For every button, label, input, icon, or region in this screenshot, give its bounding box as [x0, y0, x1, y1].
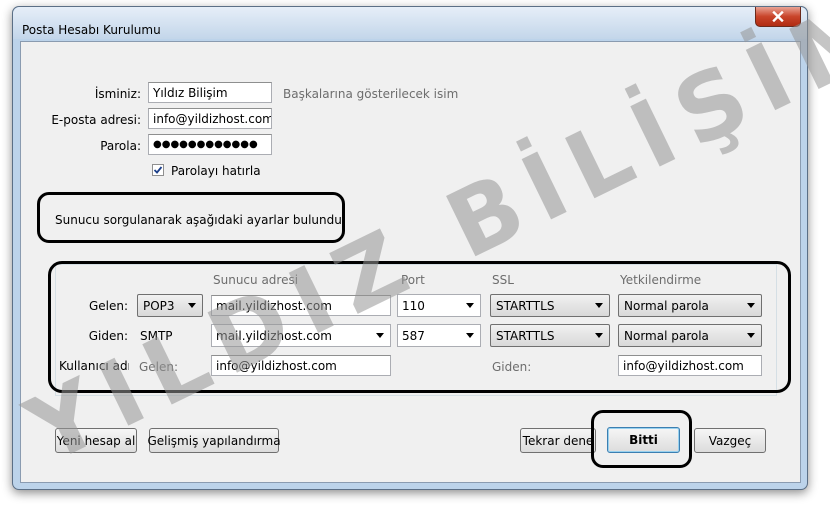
column-header-auth: Yetkilendirme — [620, 273, 702, 287]
advanced-config-button[interactable]: Gelişmiş yapılandırma — [147, 428, 281, 453]
incoming-protocol-value: POP3 — [143, 299, 175, 313]
outgoing-port-combo[interactable]: 587 — [397, 324, 481, 347]
chevron-down-icon — [595, 333, 603, 338]
dialog-content: İsminiz: Yıldız Bilişim Başkalarına göst… — [20, 41, 801, 483]
chevron-down-icon — [466, 303, 474, 308]
incoming-auth-value: Normal parola — [624, 299, 709, 313]
close-button[interactable] — [755, 7, 801, 27]
incoming-protocol-select[interactable]: POP3 — [137, 294, 203, 317]
status-message: Sunucu sorgulanarak aşağıdaki ayarlar bu… — [55, 213, 342, 227]
new-account-button[interactable]: Yeni hesap al — [55, 428, 137, 453]
incoming-port-value: 110 — [402, 299, 425, 313]
remember-password-label[interactable]: Parolayı hatırla — [171, 164, 261, 178]
incoming-ssl-value: STARTTLS — [496, 299, 555, 313]
chevron-down-icon — [188, 303, 196, 308]
incoming-server-input[interactable]: mail.yildizhost.com — [211, 295, 391, 316]
name-input[interactable]: Yıldız Bilişim — [148, 82, 272, 103]
done-highlight — [591, 410, 692, 468]
chevron-down-icon — [595, 303, 603, 308]
chevron-down-icon — [747, 303, 755, 308]
name-label: İsminiz: — [94, 87, 141, 101]
username-incoming-input[interactable]: info@yildizhost.com — [211, 355, 391, 376]
cancel-button[interactable]: Vazgeç — [694, 428, 766, 453]
outgoing-server-combo[interactable]: mail.yildizhost.com — [211, 324, 391, 347]
username-outgoing-label: Giden: — [492, 360, 532, 374]
password-label: Parola: — [100, 139, 141, 153]
incoming-auth-select[interactable]: Normal parola — [618, 294, 762, 317]
username-outgoing-input[interactable]: info@yildizhost.com — [618, 355, 762, 376]
username-incoming-label: Gelen: — [139, 360, 179, 374]
outgoing-server-value: mail.yildizhost.com — [216, 329, 332, 343]
retest-button[interactable]: Tekrar dene — [520, 428, 596, 453]
email-input[interactable]: info@yildizhost.com — [148, 108, 272, 129]
outgoing-protocol: SMTP — [140, 329, 173, 343]
outgoing-label: Giden: — [88, 329, 128, 343]
account-setup-dialog: Posta Hesabı Kurulumu İsminiz: Yıldız Bi… — [12, 6, 808, 490]
window-title: Posta Hesabı Kurulumu — [22, 23, 161, 37]
outgoing-port-value: 587 — [402, 329, 425, 343]
column-header-ssl: SSL — [492, 273, 514, 287]
incoming-ssl-select[interactable]: STARTTLS — [490, 294, 610, 317]
close-icon — [772, 11, 784, 22]
outgoing-ssl-value: STARTTLS — [496, 329, 555, 343]
outgoing-ssl-select[interactable]: STARTTLS — [490, 324, 610, 347]
incoming-port-combo[interactable]: 110 — [397, 294, 481, 317]
title-bar[interactable]: Posta Hesabı Kurulumu — [13, 7, 807, 39]
outgoing-auth-value: Normal parola — [624, 329, 709, 343]
password-input[interactable]: ●●●●●●●●●●●● — [148, 134, 272, 155]
chevron-down-icon — [466, 333, 474, 338]
outgoing-auth-select[interactable]: Normal parola — [618, 324, 762, 347]
email-label: E-posta adresi: — [51, 113, 141, 127]
username-label: Kullanıcı adı: — [59, 359, 129, 373]
incoming-label: Gelen: — [88, 299, 128, 313]
remember-password-checkbox[interactable] — [152, 164, 164, 176]
chevron-down-icon — [376, 333, 384, 338]
column-header-port: Port — [401, 273, 425, 287]
column-header-server: Sunucu adresi — [213, 273, 299, 287]
chevron-down-icon — [747, 333, 755, 338]
checkmark-icon — [153, 166, 163, 174]
name-hint: Başkalarına gösterilecek isim — [283, 87, 459, 101]
